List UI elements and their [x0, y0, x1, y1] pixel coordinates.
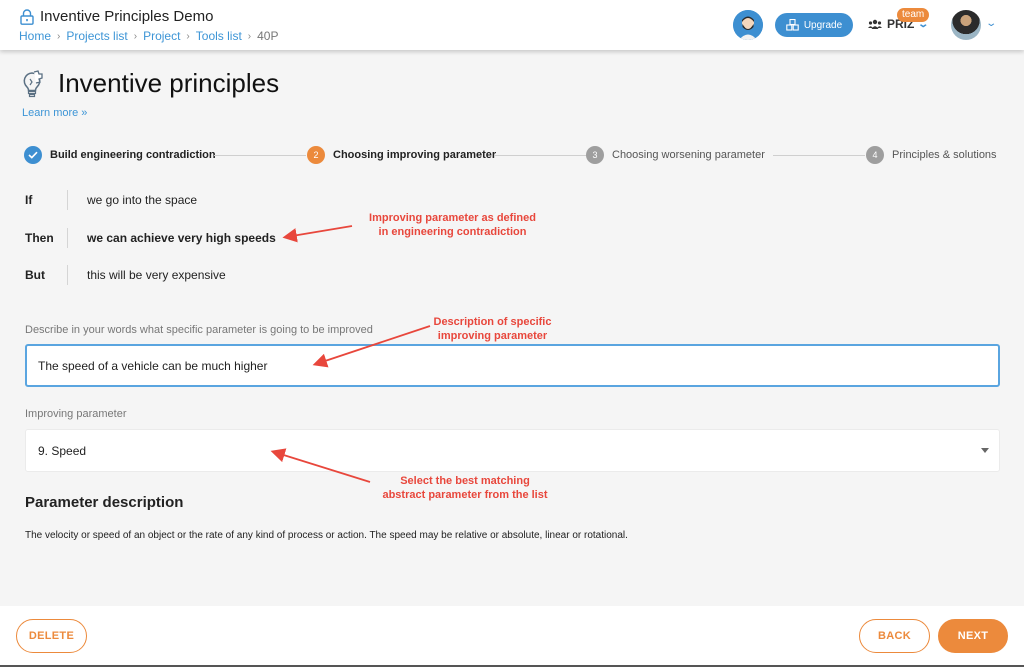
back-button[interactable]: BACK	[859, 619, 930, 653]
mentor-avatar[interactable]	[733, 10, 763, 40]
lock-icon	[20, 8, 34, 25]
step-connector	[773, 155, 865, 156]
caret-down-icon	[981, 448, 989, 453]
delete-button[interactable]: DELETE	[16, 619, 87, 653]
next-button[interactable]: NEXT	[938, 619, 1008, 653]
step-build-engineering-contradiction[interactable]: Build engineering contradiction	[24, 146, 216, 164]
lightbulb-puzzle-icon	[23, 69, 43, 97]
annotation-select-parameter: Select the best matching abstract parame…	[360, 474, 570, 502]
engineering-contradiction: If we go into the space Then we can achi…	[25, 188, 276, 301]
annotation-line: Description of specific	[433, 316, 552, 328]
contradiction-key: Then	[25, 230, 54, 245]
app-title-text: Inventive Principles Demo	[40, 8, 214, 25]
divider	[67, 265, 68, 285]
breadcrumb-separator-icon: ›	[247, 30, 252, 42]
breadcrumb-projects-list[interactable]: Projects list	[66, 29, 127, 43]
breadcrumb-tools-list[interactable]: Tools list	[196, 29, 242, 43]
stepper: Build engineering contradiction 2 Choosi…	[24, 146, 1004, 166]
step-label: Choosing worsening parameter	[612, 149, 765, 161]
step-label: Principles & solutions	[892, 149, 997, 161]
breadcrumb-separator-icon: ›	[133, 30, 138, 42]
step-label: Build engineering contradiction	[50, 149, 216, 161]
parameter-description-input[interactable]	[25, 344, 1000, 387]
selected-parameter: 9. Speed	[38, 443, 87, 458]
step-number: 4	[866, 146, 884, 164]
breadcrumb-separator-icon: ›	[57, 30, 61, 42]
annotation-description: Description of specific improving parame…	[410, 315, 575, 343]
mentor-avatar-icon	[733, 10, 763, 40]
annotation-line: abstract parameter from the list	[382, 489, 548, 501]
contradiction-if-row: If we go into the space	[25, 188, 276, 212]
improving-parameter-label: Improving parameter	[25, 408, 127, 420]
annotation-line: improving parameter	[437, 330, 548, 342]
learn-more-link[interactable]: Learn more »	[22, 107, 87, 119]
cubes-icon	[786, 19, 799, 31]
breadcrumb-current: 40P	[257, 29, 279, 43]
team-badge: team	[897, 8, 930, 22]
contradiction-value: we go into the space	[87, 193, 198, 207]
user-avatar[interactable]	[951, 10, 981, 40]
check-icon	[24, 146, 42, 164]
step-choosing-worsening-parameter[interactable]: 3 Choosing worsening parameter	[586, 146, 765, 164]
annotation-line: Select the best matching	[400, 475, 530, 487]
step-number: 2	[307, 146, 325, 164]
contradiction-key: If	[25, 193, 33, 207]
step-label: Choosing improving parameter	[333, 149, 497, 161]
step-choosing-improving-parameter[interactable]: 2 Choosing improving parameter	[307, 146, 496, 164]
contradiction-then-row: Then we can achieve very high speeds	[25, 226, 276, 250]
breadcrumb-separator-icon: ›	[186, 30, 190, 42]
upgrade-label: Upgrade	[803, 19, 843, 31]
contradiction-but-row: But this will be very expensive	[25, 263, 276, 287]
breadcrumb-home[interactable]: Home	[19, 29, 51, 43]
improving-parameter-select[interactable]: 9. Speed	[25, 429, 1000, 472]
annotation-line: Improving parameter as defined	[369, 212, 536, 224]
divider	[67, 227, 68, 248]
contradiction-value: we can achieve very high speeds	[87, 230, 276, 245]
contradiction-key: But	[25, 268, 45, 282]
footer-bar: DELETE BACK NEXT	[0, 606, 1024, 667]
top-header: Inventive Principles Demo Home › Project…	[0, 0, 1024, 50]
user-menu-chevron-down-icon[interactable]: ⌄	[985, 18, 997, 29]
users-icon	[868, 19, 882, 29]
upgrade-button[interactable]: Upgrade	[775, 13, 853, 37]
step-principles-and-solutions[interactable]: 4 Principles & solutions	[866, 146, 997, 164]
app-title: Inventive Principles Demo	[20, 8, 213, 25]
step-number: 3	[586, 146, 604, 164]
page-title: Inventive principles	[58, 68, 280, 98]
description-field-label: Describe in your words what specific par…	[25, 324, 373, 336]
annotation-improving-parameter: Improving parameter as defined in engine…	[345, 211, 560, 239]
page-heading: Inventive principles	[20, 68, 279, 99]
arrow-1-icon	[282, 225, 353, 243]
step-connector	[214, 155, 306, 156]
parameter-description-heading: Parameter description	[25, 494, 184, 511]
breadcrumb-project[interactable]: Project	[143, 29, 180, 43]
contradiction-value: this will be very expensive	[87, 268, 226, 282]
step-connector	[494, 155, 586, 156]
parameter-description-text: The velocity or speed of an object or th…	[25, 530, 628, 541]
breadcrumb: Home › Projects list › Project › Tools l…	[19, 29, 278, 43]
annotation-line: in engineering contradiction	[378, 226, 527, 238]
divider	[67, 190, 68, 210]
